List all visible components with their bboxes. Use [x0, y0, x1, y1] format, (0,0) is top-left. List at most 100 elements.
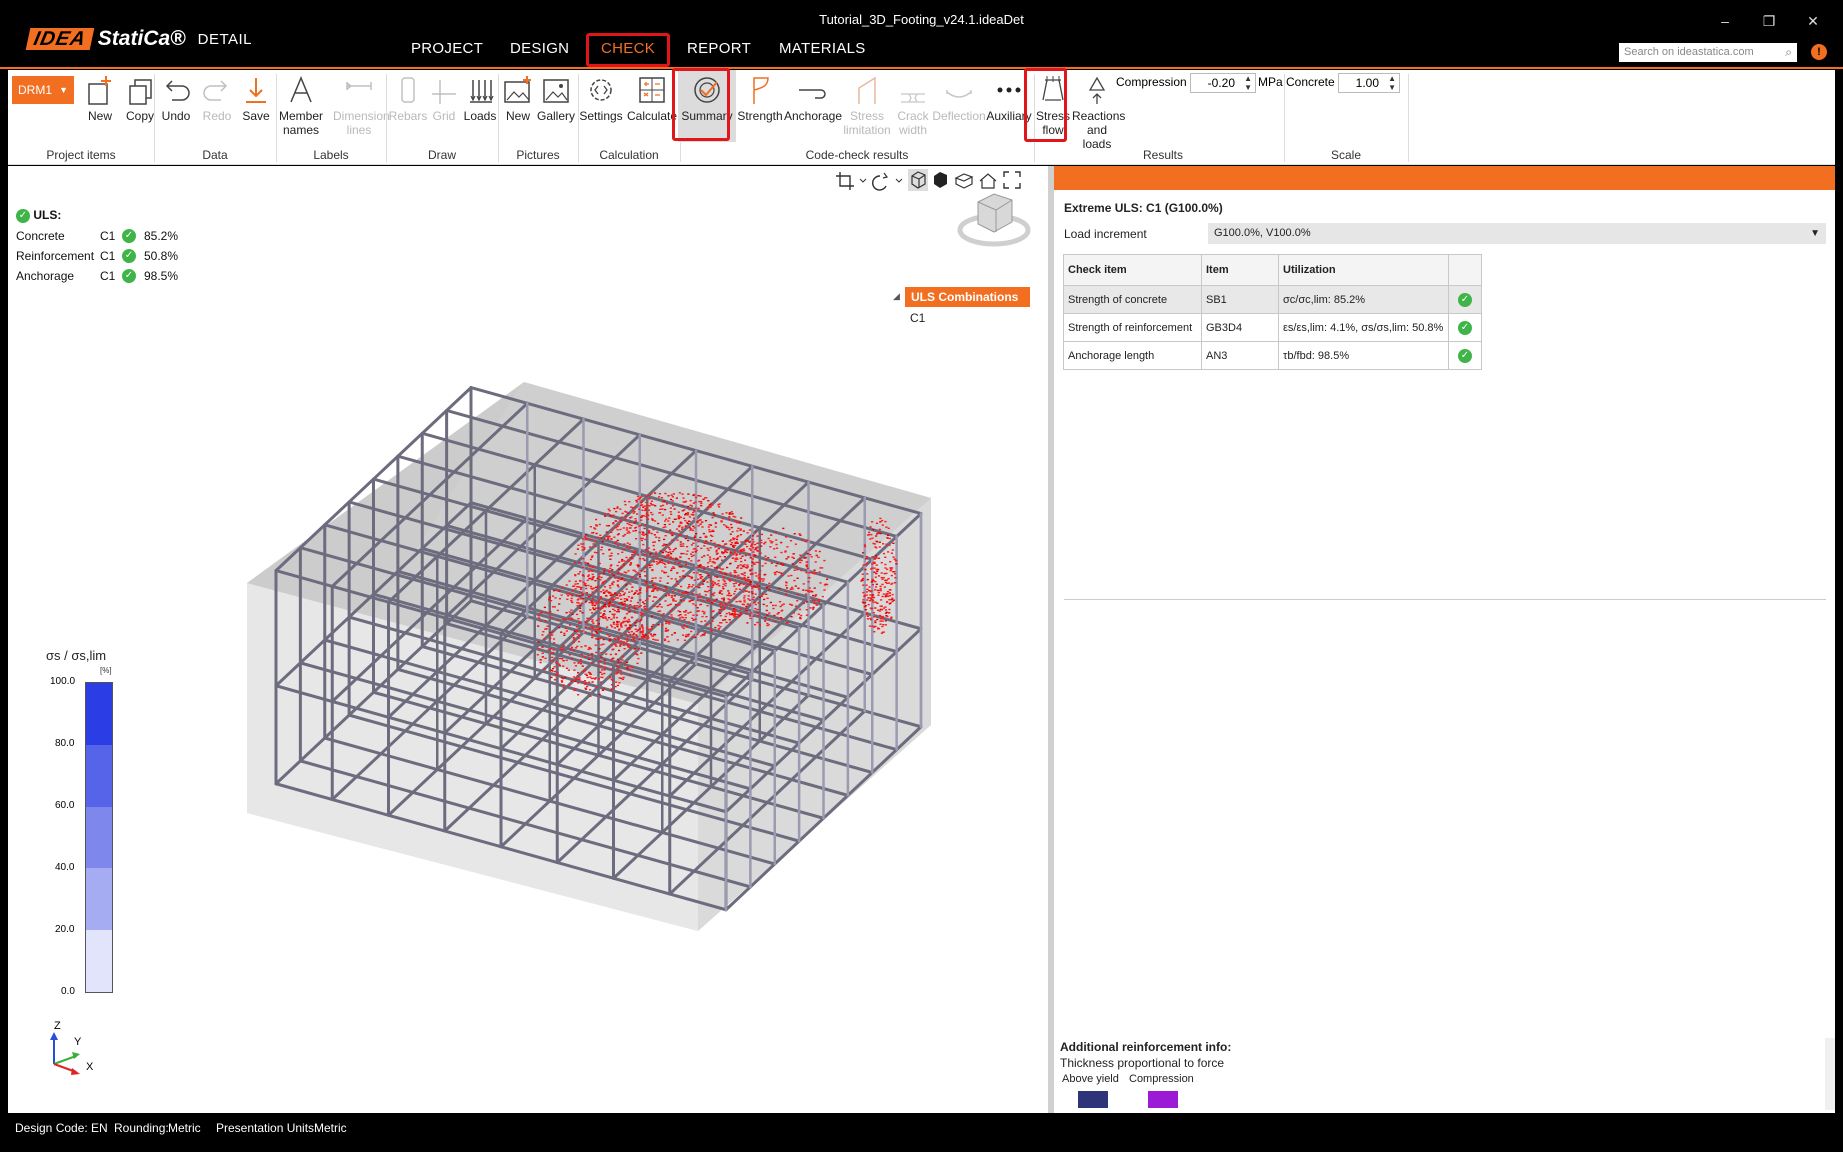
- stress-dot: [714, 575, 717, 578]
- stress-dot: [627, 645, 630, 647]
- stress-dot: [556, 619, 560, 621]
- stress-dot: [887, 534, 890, 536]
- redo-button[interactable]: Redo: [197, 74, 237, 123]
- stress-dot: [594, 589, 597, 591]
- stress-dot: [752, 596, 755, 598]
- stress-dot: [638, 627, 642, 629]
- stress-dot: [878, 614, 882, 617]
- stress-dot: [634, 653, 637, 655]
- menu-materials[interactable]: MATERIALS: [779, 40, 866, 57]
- stress-dot: [692, 494, 695, 497]
- table-row[interactable]: Anchorage length AN3 τb/fbd: 98.5% ✓: [1063, 341, 1482, 370]
- info-icon[interactable]: !: [1811, 44, 1827, 60]
- stress-dot: [614, 644, 617, 646]
- stress-dot: [689, 575, 692, 578]
- crack-width-button[interactable]: Crack width: [892, 74, 934, 137]
- table-row[interactable]: Strength of concrete SB1 σc/σc,lim: 85.2…: [1063, 285, 1482, 314]
- stress-dot: [713, 582, 717, 584]
- gallery-button[interactable]: Gallery: [536, 74, 576, 123]
- menu-project[interactable]: PROJECT: [411, 40, 483, 57]
- footing-3d-model[interactable]: [8, 166, 1048, 1113]
- member-names-button[interactable]: Member names: [272, 74, 330, 137]
- stress-dot: [561, 658, 564, 660]
- anchorage-button[interactable]: Anchorage: [782, 74, 844, 123]
- rounding-value: Metric: [168, 1121, 201, 1135]
- stress-dot: [733, 615, 736, 617]
- minimize-button[interactable]: –: [1705, 8, 1745, 34]
- save-button[interactable]: Save: [236, 74, 276, 123]
- stepper-arrows-icon[interactable]: ▲ ▼: [1244, 74, 1252, 92]
- stress-dot: [745, 590, 748, 592]
- stress-dot: [866, 618, 869, 620]
- strength-button[interactable]: Strength: [736, 74, 784, 123]
- column-header-check-item[interactable]: Check item: [1063, 254, 1202, 286]
- stress-dot: [762, 580, 765, 582]
- stress-dot: [666, 636, 669, 638]
- panel-scrollbar[interactable]: [1825, 1038, 1835, 1110]
- grid-button[interactable]: Grid: [426, 74, 462, 123]
- dimension-lines-button[interactable]: Dimension lines: [330, 74, 390, 137]
- stress-dot: [707, 574, 710, 576]
- undo-button[interactable]: Undo: [156, 74, 196, 123]
- compression-label: Compression: [1116, 75, 1187, 89]
- stress-dot: [621, 655, 624, 657]
- stress-dot: [696, 572, 699, 574]
- loads-button[interactable]: Loads: [460, 74, 500, 123]
- stress-dot: [879, 620, 882, 622]
- stress-dot: [751, 535, 754, 537]
- stepper-arrows-icon[interactable]: ▲ ▼: [1388, 74, 1396, 92]
- stress-dot: [738, 588, 741, 590]
- stress-dot: [736, 530, 739, 532]
- table-row[interactable]: Strength of reinforcement GB3D4 εs/εs,li…: [1063, 313, 1482, 342]
- menu-design[interactable]: DESIGN: [510, 40, 569, 57]
- stress-dot: [629, 633, 632, 636]
- stress-dot: [621, 558, 624, 561]
- settings-button[interactable]: Settings: [576, 74, 626, 123]
- stress-dot: [697, 541, 700, 543]
- stress-dot: [892, 599, 895, 601]
- stress-dot: [683, 624, 686, 626]
- stress-dot: [884, 624, 887, 626]
- stress-dot: [752, 601, 756, 604]
- close-button[interactable]: ✕: [1793, 8, 1833, 34]
- check-ok-icon: ✓: [1458, 320, 1472, 335]
- deflection-button[interactable]: Deflection: [932, 74, 986, 123]
- member-selector[interactable]: DRM1 ▼: [12, 76, 74, 104]
- reactions-loads-button[interactable]: Reactions and loads: [1072, 74, 1125, 151]
- stress-dot: [721, 586, 725, 588]
- concrete-scale-stepper[interactable]: 1.00 ▲ ▼: [1338, 73, 1400, 93]
- new-item-button[interactable]: New: [80, 74, 120, 123]
- restore-button[interactable]: ❐: [1749, 8, 1789, 34]
- stress-dot: [780, 541, 783, 544]
- column-header-item[interactable]: Item: [1201, 254, 1279, 286]
- load-increment-select[interactable]: G100.0%, V100.0% ▼: [1208, 223, 1826, 244]
- column-header-utilization[interactable]: Utilization: [1278, 254, 1449, 286]
- stress-limitation-button[interactable]: Stress limitation: [842, 74, 892, 137]
- stress-dot: [729, 533, 732, 535]
- stress-dot: [701, 526, 704, 528]
- compression-stepper[interactable]: -0.20 ▲ ▼: [1190, 73, 1256, 93]
- stress-dot: [721, 604, 725, 606]
- menu-report[interactable]: REPORT: [687, 40, 751, 57]
- search-input[interactable]: Search on ideastatica.com ⌕: [1619, 43, 1797, 62]
- stress-dot: [722, 551, 725, 554]
- rebars-button[interactable]: Rebars: [388, 74, 428, 123]
- new-picture-button[interactable]: New: [498, 74, 538, 123]
- stress-dot: [784, 536, 788, 538]
- stress-dot: [589, 558, 592, 561]
- 3d-viewport[interactable]: ✓ ULS: Concrete C1 ✓ 85.2% Reinforcement…: [8, 166, 1048, 1113]
- stress-dot: [543, 668, 546, 670]
- stress-dot: [762, 603, 765, 606]
- stress-dot: [772, 607, 775, 610]
- search-icon[interactable]: ⌕: [1785, 43, 1792, 62]
- stress-dot: [705, 616, 708, 618]
- stress-dot: [592, 608, 596, 610]
- stress-dot: [806, 539, 809, 541]
- stress-dot: [866, 534, 870, 536]
- stress-dot: [882, 593, 885, 595]
- stress-dot: [626, 666, 629, 668]
- stress-dot: [679, 614, 682, 616]
- stress-dot: [732, 515, 735, 518]
- stress-dot: [650, 500, 653, 502]
- stress-dot: [599, 596, 602, 598]
